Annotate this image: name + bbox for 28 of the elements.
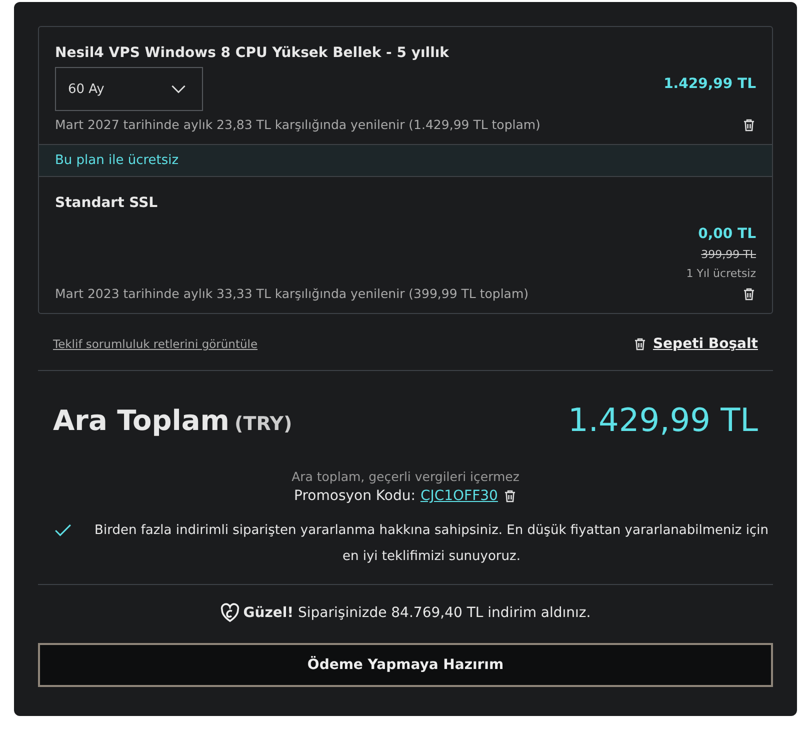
empty-cart-link[interactable]: Sepeti Boşalt — [652, 336, 758, 352]
item-price: 0,00 TL — [698, 226, 756, 242]
item-title: Standart SSL — [55, 195, 159, 211]
renewal-text: Mart 2023 tarihinde aylık 33,33 TL karşılığında yenilenir (399,99 TL toplam) — [55, 286, 529, 301]
renewal-text: Mart 2027 tarihinde aylık 23,83 TL karşılığında yenilenir (1.429,99 TL toplam) — [55, 117, 540, 132]
discount-notice: Birden fazla indirimli siparişten yararlanma hakkına sahipsiniz. En düşük fiyattan yararlanabilmeniz için en iyi teklifimizi sunuyoruz. — [94, 522, 770, 566]
tax-note: Ara toplam, geçerli vergileri içermez — [290, 469, 520, 484]
disclaimer-link[interactable]: Teklif sorumluluk retlerini görüntüle — [53, 337, 258, 351]
item-title: Nesil4 VPS Windows 8 CPU Yüksek Bellek - 5 yıllık — [55, 45, 450, 61]
checkout-button[interactable]: Ödeme Yapmaya Hazırım — [38, 643, 773, 687]
trash-icon[interactable] — [742, 286, 756, 300]
chevron-icon — [171, 84, 186, 94]
banner-text: Bu plan ile ücretsiz — [55, 153, 179, 168]
logo-icon — [220, 603, 240, 623]
subtotal-amount: 1.429,99 TL — [568, 401, 758, 439]
original-price: 399,99 TL — [701, 248, 756, 261]
trash-icon[interactable] — [502, 489, 517, 503]
savings-message: Güzel! Siparişinizde 84.769,40 TL indirim aldınız. — [243, 605, 591, 621]
term-select[interactable]: 60 Ay — [55, 67, 203, 111]
subtotal-label: Ara Toplam — [53, 404, 230, 436]
item-price: 1.429,99 TL — [664, 76, 756, 92]
promo-label: Promosyon Kodu: — [294, 488, 416, 504]
free-note: 1 Yıl ücretsiz — [686, 267, 756, 280]
check-icon — [54, 524, 72, 537]
promo-code-link[interactable]: CJC1OFF30 — [420, 488, 498, 504]
trash-icon[interactable] — [632, 337, 647, 351]
currency-label: (TRY) — [234, 412, 292, 434]
trash-icon[interactable] — [742, 118, 756, 132]
